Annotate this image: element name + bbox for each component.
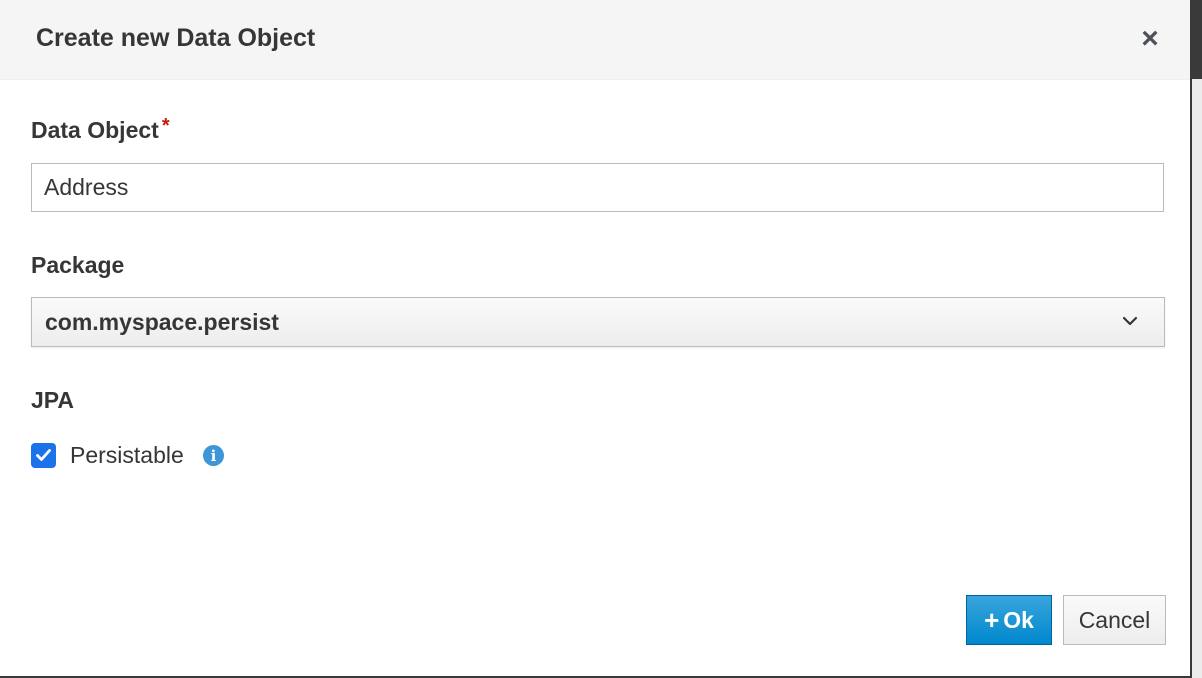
dialog-title: Create new Data Object bbox=[36, 24, 316, 52]
dialog-header: Create new Data Object × bbox=[0, 0, 1190, 80]
jpa-label: JPA bbox=[31, 387, 75, 413]
cancel-button[interactable]: Cancel bbox=[1063, 595, 1166, 645]
background-edge bbox=[1190, 0, 1202, 678]
info-icon[interactable]: i bbox=[203, 445, 224, 466]
ok-button[interactable]: + Ok bbox=[966, 595, 1052, 645]
checkmark-icon bbox=[36, 449, 51, 461]
plus-icon: + bbox=[984, 605, 1000, 635]
required-marker: * bbox=[161, 115, 170, 137]
chevron-down-icon bbox=[1122, 316, 1138, 326]
create-data-object-dialog: Create new Data Object × Data Object* Pa… bbox=[0, 0, 1190, 678]
package-selected-value: com.myspace.persist bbox=[45, 309, 279, 335]
persistable-checkbox[interactable] bbox=[31, 443, 56, 468]
package-select[interactable]: com.myspace.persist bbox=[31, 297, 1165, 347]
package-label: Package bbox=[31, 252, 125, 278]
data-object-input[interactable] bbox=[31, 163, 1164, 212]
persistable-label[interactable]: Persistable bbox=[70, 442, 184, 469]
close-icon[interactable]: × bbox=[1136, 24, 1164, 54]
ok-button-label: Ok bbox=[1003, 606, 1034, 633]
data-object-label: Data Object * bbox=[31, 115, 170, 143]
